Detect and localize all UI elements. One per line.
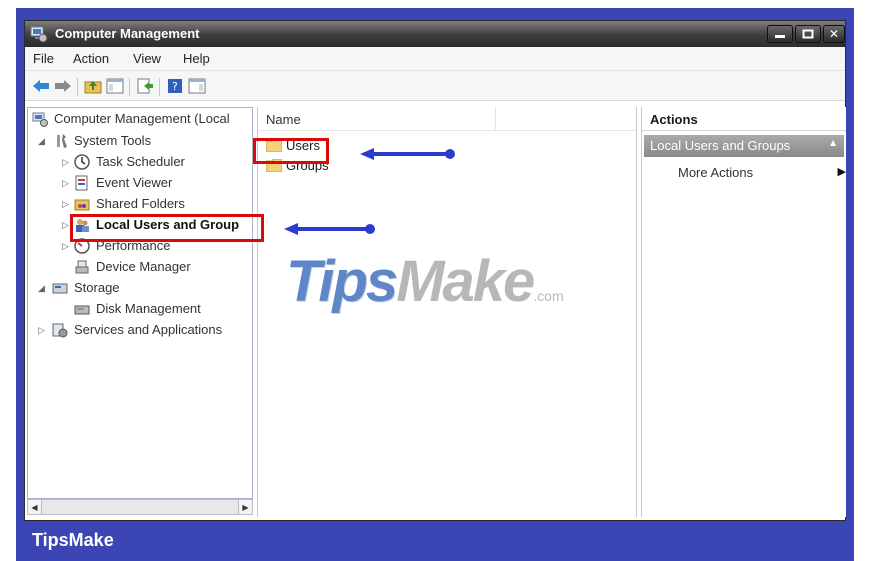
tree-label: Event Viewer: [96, 175, 173, 190]
console-tree-icon: [106, 78, 124, 94]
tree-item-task-scheduler[interactable]: ▷ Task Scheduler: [62, 153, 242, 171]
collapse-up-icon[interactable]: ▲: [828, 138, 838, 149]
tree-item-storage[interactable]: ◢ Storage: [38, 279, 238, 297]
disk-management-icon: [74, 305, 90, 315]
forward-arrow-icon: [55, 80, 71, 92]
tree-item-system-tools[interactable]: ◢ System Tools: [38, 132, 238, 150]
annotation-arrow-icon: [284, 223, 375, 235]
watermark-suffix: .com: [533, 288, 564, 304]
collapsed-triangle-icon[interactable]: ▷: [38, 321, 48, 339]
event-viewer-icon: [75, 175, 88, 191]
toolbar: ?: [25, 71, 845, 101]
expanded-triangle-icon[interactable]: ◢: [38, 279, 48, 297]
actions-pane: Actions Local Users and Groups ▲ More Ac…: [641, 107, 846, 517]
storage-icon: [52, 283, 68, 294]
computer-management-icon: [32, 112, 48, 127]
tree-label: Device Manager: [96, 259, 191, 274]
system-tools-icon: [57, 134, 67, 148]
menu-help[interactable]: Help: [183, 51, 210, 66]
collapsed-triangle-icon[interactable]: ▷: [62, 153, 72, 171]
tree-label: Disk Management: [96, 301, 201, 316]
more-actions-item[interactable]: More Actions ▶: [678, 165, 848, 183]
tree-label: Computer Management (Local: [54, 111, 230, 126]
minimize-button[interactable]: [767, 25, 793, 43]
menu-action[interactable]: Action: [73, 51, 109, 66]
window-title: Computer Management: [55, 26, 200, 41]
annotation-arrow-icon: [360, 148, 455, 160]
tree-item-event-viewer[interactable]: ▷ Event Viewer: [62, 174, 242, 192]
toolbar-separator: [77, 78, 78, 96]
footer-bar: TipsMake: [16, 521, 854, 561]
scroll-left-icon[interactable]: ◀: [28, 500, 42, 514]
show-hide-tree-button[interactable]: [105, 77, 125, 95]
tree-item-shared-folders[interactable]: ▷ Shared Folders: [62, 195, 242, 213]
collapsed-triangle-icon[interactable]: ▷: [62, 174, 72, 192]
local-users-highlight-box: [70, 214, 264, 242]
menu-file[interactable]: File: [33, 51, 54, 66]
menu-bar: File Action View Help: [25, 47, 845, 71]
submenu-arrow-icon: ▶: [837, 166, 846, 178]
tree-item-root[interactable]: Computer Management (Local: [32, 110, 252, 128]
tree-label: Shared Folders: [96, 196, 185, 211]
tree-horizontal-scrollbar[interactable]: ◀ ▶: [27, 499, 253, 515]
more-actions-label: More Actions: [678, 165, 754, 180]
expanded-triangle-icon[interactable]: ◢: [38, 132, 48, 150]
computer-management-icon: [30, 26, 48, 43]
toolbar-separator: [129, 78, 130, 96]
footer: TipsMake: [0, 521, 870, 561]
svg-text:?: ?: [172, 80, 178, 93]
tree-item-device-manager[interactable]: Device Manager: [74, 258, 244, 276]
tree-item-disk-management[interactable]: Disk Management: [74, 300, 244, 318]
toolbar-separator: [159, 78, 160, 96]
tree-item-services-and-applications[interactable]: ▷ Services and Applications: [38, 321, 252, 339]
footer-brand: TipsMake: [32, 530, 114, 550]
device-manager-icon: [75, 260, 89, 274]
show-hide-action-pane-button[interactable]: [187, 77, 207, 95]
title-bar: Computer Management ✕: [25, 21, 845, 47]
scroll-right-icon[interactable]: ▶: [238, 500, 252, 514]
up-level-button[interactable]: [83, 77, 103, 95]
clock-icon: [74, 154, 90, 170]
tree-label: Services and Applications: [74, 322, 223, 337]
back-arrow-icon: [33, 80, 49, 92]
close-icon: ✕: [828, 27, 840, 41]
maximize-button[interactable]: [795, 25, 821, 43]
console-tree: Computer Management (Local ◢ System Tool…: [27, 107, 253, 499]
collapsed-triangle-icon[interactable]: ▷: [62, 195, 72, 213]
actions-group-title: Local Users and Groups: [650, 138, 791, 153]
export-list-button[interactable]: [135, 77, 155, 95]
tipsmake-watermark: TipsMake.com: [286, 248, 564, 315]
watermark-tips: Tips: [286, 249, 398, 314]
minimize-icon: [775, 35, 785, 38]
tree-label: System Tools: [74, 133, 152, 148]
actions-group-local-users-and-groups[interactable]: Local Users and Groups ▲: [644, 135, 844, 157]
menu-view[interactable]: View: [133, 51, 161, 66]
help-button[interactable]: ?: [165, 77, 185, 95]
back-button[interactable]: [31, 77, 51, 95]
tree-label: Task Scheduler: [96, 154, 185, 169]
help-icon: ?: [168, 79, 182, 93]
forward-button[interactable]: [53, 77, 73, 95]
column-header-name[interactable]: Name: [258, 107, 496, 131]
shared-folder-icon: [74, 199, 90, 211]
maximize-icon: [802, 29, 814, 39]
export-icon: [137, 78, 153, 94]
services-icon: [52, 323, 68, 338]
watermark-make: Make: [396, 249, 535, 314]
tree-label: Storage: [74, 280, 120, 295]
action-pane-icon: [188, 78, 206, 94]
users-highlight-box: [253, 138, 329, 164]
folder-up-icon: [84, 81, 102, 94]
actions-header: Actions: [642, 107, 846, 131]
column-header-row: Name: [258, 107, 636, 131]
close-button[interactable]: ✕: [823, 25, 845, 43]
